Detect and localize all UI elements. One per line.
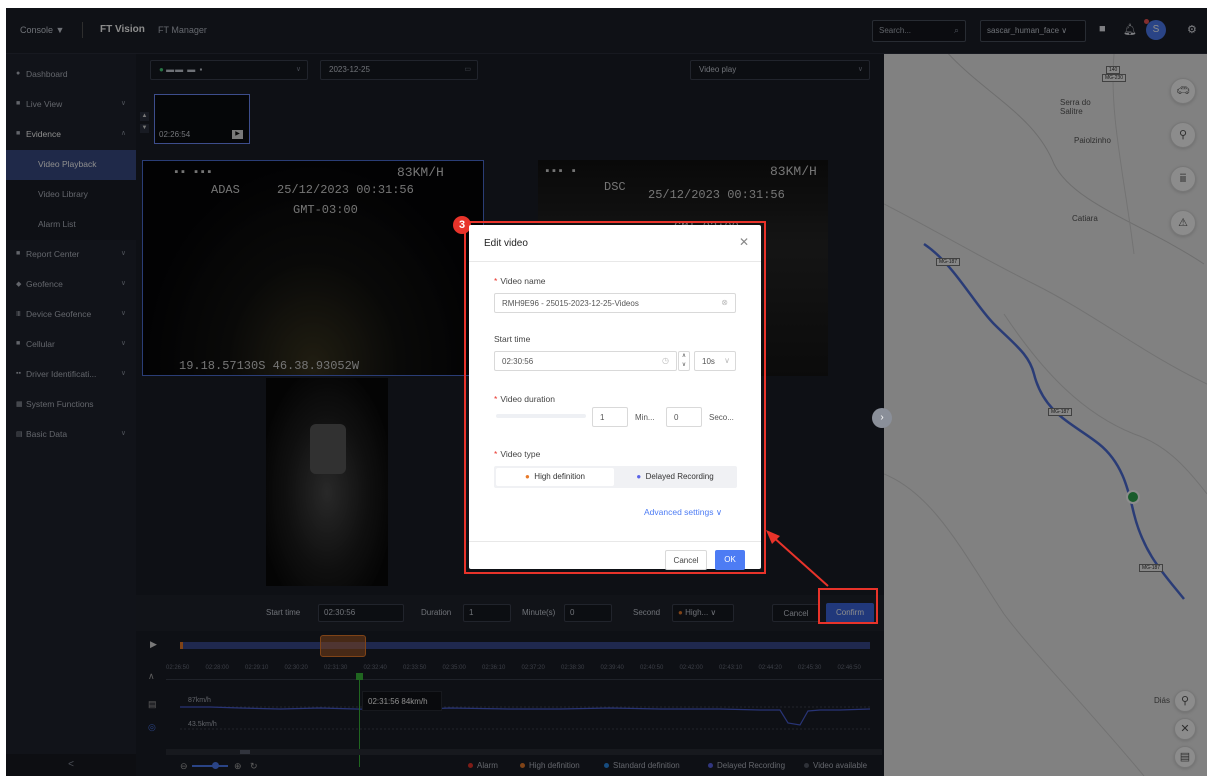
clear-icon[interactable]: ⊗: [721, 298, 728, 307]
input-value: RMH9E96 - 25015-2023-12-25-Videos: [502, 299, 639, 308]
video-name-label: * Video name: [494, 276, 546, 286]
start-time-input[interactable]: 02:30:56 ◷: [494, 351, 677, 371]
stepper-down-icon[interactable]: ∨: [682, 362, 686, 368]
confirm-highlight: [818, 588, 878, 624]
chevron-down-icon: ∨: [715, 507, 723, 517]
minutes-unit-label: Min...: [635, 413, 655, 422]
stepper-up-icon[interactable]: ∧: [682, 353, 686, 359]
time-stepper[interactable]: ∧ ∨: [678, 351, 690, 371]
cancel-button[interactable]: Cancel: [665, 550, 707, 570]
option-label: High definition: [534, 472, 585, 481]
close-icon[interactable]: ✕: [739, 235, 749, 249]
edit-video-dialog: Edit video ✕ * Video name RMH9E96 - 25015…: [469, 225, 761, 570]
video-type-label: * Video type: [494, 449, 540, 459]
dialog-title: Edit video: [484, 238, 528, 249]
advanced-settings-link[interactable]: Advanced settings ∨: [644, 507, 722, 518]
divider: [469, 541, 761, 542]
link-label: Advanced settings: [644, 507, 714, 517]
app-window: Console ▼ FT Vision FT Manager Search...…: [6, 8, 1207, 776]
label-text: Video name: [500, 276, 546, 286]
video-name-input[interactable]: RMH9E96 - 25015-2023-12-25-Videos ⊗: [494, 293, 736, 313]
required-asterisk: *: [494, 394, 498, 404]
clock-icon: ◷: [662, 356, 669, 365]
screenshot: Console ▼ FT Vision FT Manager Search...…: [0, 0, 1207, 776]
callout-arrow: [766, 530, 829, 587]
start-time-label: Start time: [494, 334, 531, 344]
label-text: Video type: [500, 449, 541, 459]
option-label: Delayed Recording: [645, 472, 714, 481]
seconds-unit-label: Seco...: [709, 413, 734, 422]
type-delayed-recording-option[interactable]: ● Delayed Recording: [616, 468, 734, 486]
chevron-down-icon: ∨: [724, 356, 730, 365]
input-value: 02:30:56: [502, 357, 534, 366]
label-text: Video duration: [500, 394, 555, 404]
duration-minutes-input[interactable]: 1: [592, 407, 628, 427]
hd-dot-icon: ●: [525, 472, 530, 481]
video-duration-label: * Video duration: [494, 394, 555, 404]
duration-slider[interactable]: [496, 414, 586, 418]
expand-map-button[interactable]: ›: [872, 408, 892, 428]
duration-seconds-input[interactable]: 0: [666, 407, 702, 427]
type-high-definition-option[interactable]: ● High definition: [496, 468, 614, 486]
required-asterisk: *: [494, 449, 498, 459]
divider: [469, 261, 761, 262]
ok-button[interactable]: OK: [715, 550, 745, 570]
delayed-dot-icon: ●: [636, 472, 642, 481]
step-select[interactable]: 10s ∨: [694, 351, 736, 371]
required-asterisk: *: [494, 276, 498, 286]
select-value: 10s: [702, 357, 715, 366]
video-type-segmented: ● High definition ● Delayed Recording: [494, 466, 737, 488]
